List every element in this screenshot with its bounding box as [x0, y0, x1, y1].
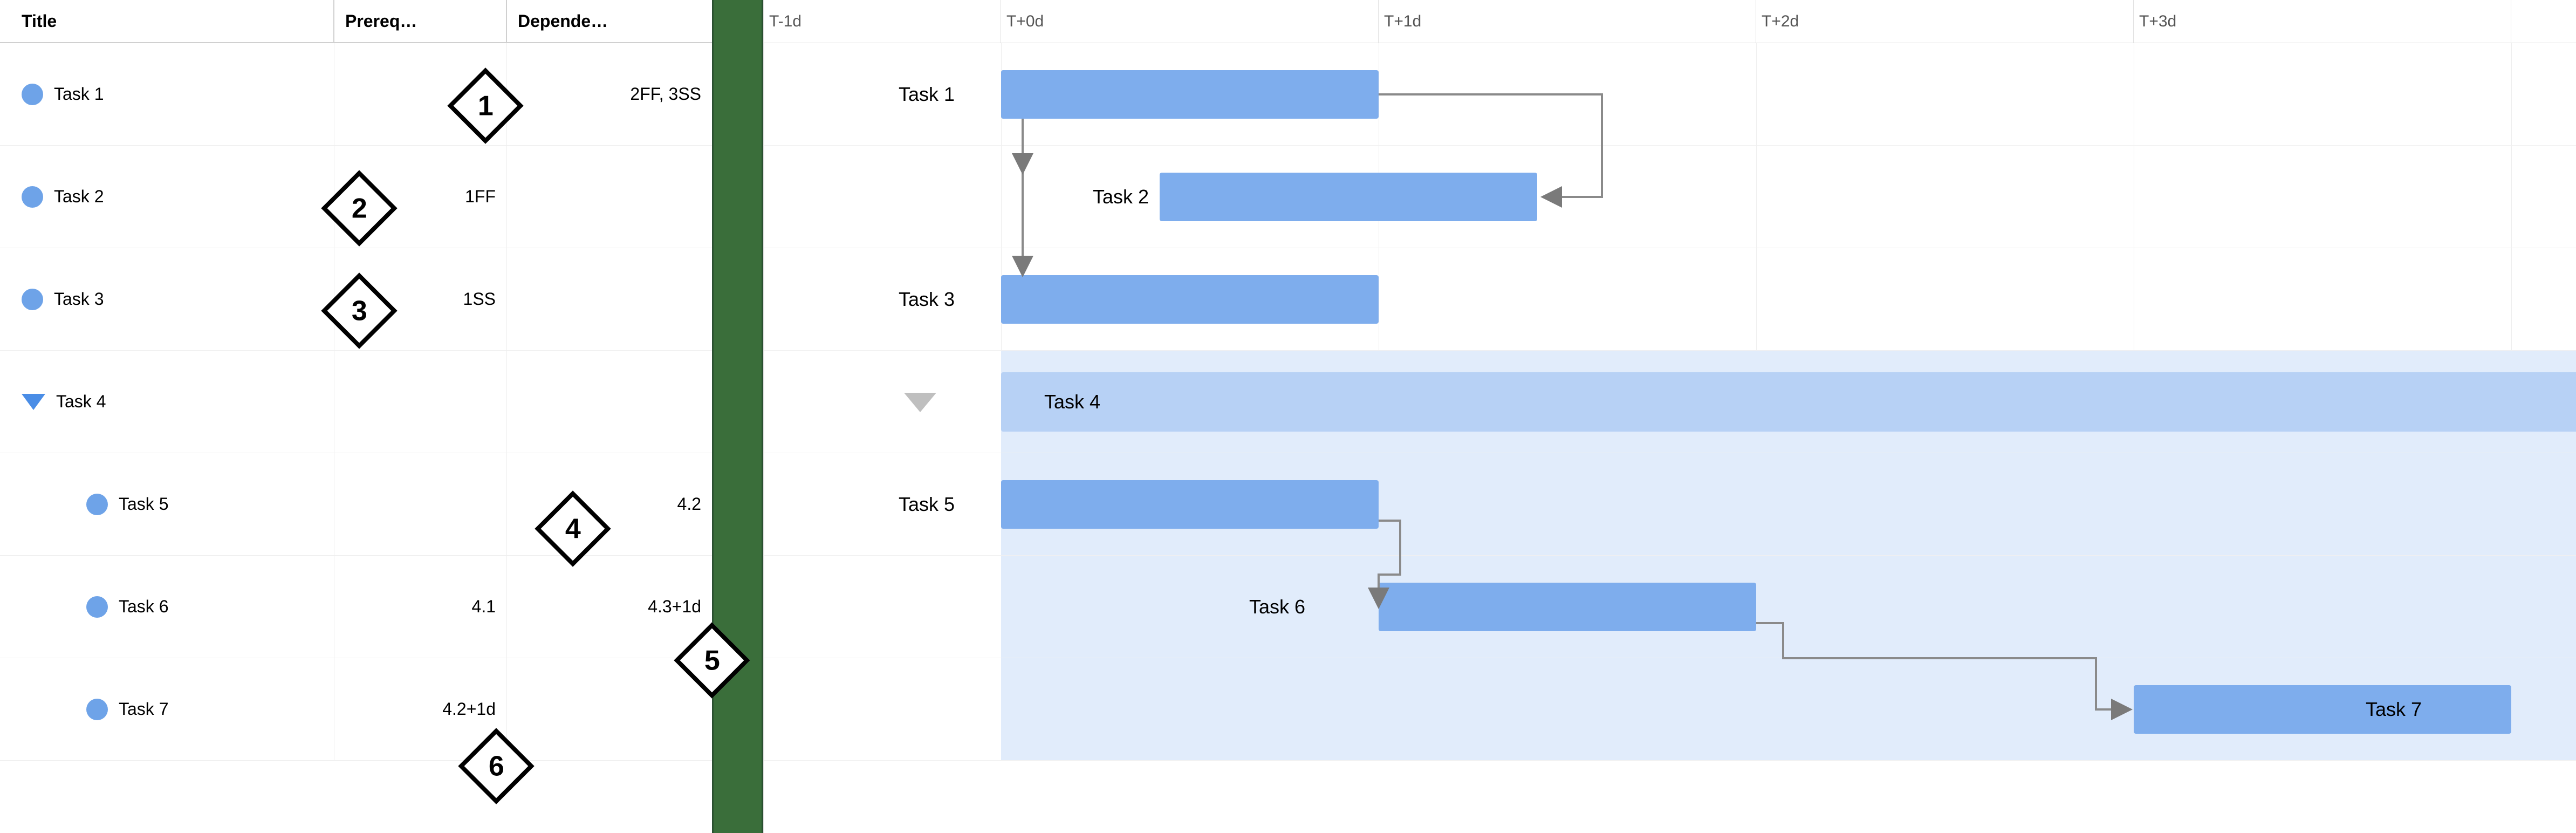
- task-title: Task 2: [54, 187, 104, 207]
- cell-prereq[interactable]: [334, 453, 507, 555]
- cell-title[interactable]: Task 4: [0, 351, 334, 453]
- outline-grid: Title Prereq… Depende… Task 12FF, 3SSTas…: [0, 0, 712, 833]
- cell-depend[interactable]: [507, 351, 712, 453]
- task-bar[interactable]: [1001, 70, 1379, 119]
- depend-value: 2FF, 3SS: [630, 84, 701, 104]
- task-title: Task 1: [54, 84, 104, 104]
- prereq-value: 4.2+1d: [442, 699, 496, 719]
- gantt-row-label: Task 3: [899, 288, 955, 311]
- col-header-depend[interactable]: Depende…: [507, 0, 712, 42]
- gantt-row[interactable]: Task 4: [764, 351, 2576, 453]
- grid-body: Task 1 2FF, 3SS Task 2 1FF Task 3 1SS Task 4 Ta…: [0, 43, 712, 761]
- cell-title[interactable]: Task 2: [0, 146, 334, 248]
- cell-depend[interactable]: 2FF, 3SS: [507, 43, 712, 145]
- grid-row[interactable]: Task 5 4.2: [0, 453, 712, 556]
- disclosure-triangle-icon[interactable]: [22, 394, 45, 410]
- cell-title[interactable]: Task 3: [0, 248, 334, 350]
- time-label: T+2d: [1762, 12, 1799, 31]
- time-column-header: T-1d: [764, 0, 1001, 43]
- cell-depend[interactable]: [507, 146, 712, 248]
- gantt-row-label: Task 1: [899, 83, 955, 106]
- task-bar[interactable]: [1001, 480, 1379, 529]
- bullet-icon: [86, 494, 108, 515]
- gantt-row[interactable]: Task 2: [764, 146, 2576, 248]
- cell-title[interactable]: Task 6: [0, 556, 334, 658]
- callout-number: 4: [565, 513, 581, 545]
- grid-row[interactable]: Task 1 2FF, 3SS: [0, 43, 712, 146]
- prereq-value: 1SS: [463, 289, 496, 309]
- gantt-row[interactable]: Task 7: [764, 658, 2576, 761]
- col-header-prereq[interactable]: Prereq…: [334, 0, 507, 42]
- gantt-row-label: Task 6: [1249, 596, 1305, 618]
- cell-title[interactable]: Task 1: [0, 43, 334, 145]
- task-bar[interactable]: [1379, 583, 1756, 631]
- time-label: T+1d: [1384, 12, 1421, 31]
- grid-header: Title Prereq… Depende…: [0, 0, 712, 43]
- bullet-icon: [22, 186, 43, 208]
- gantt-pane: T-1dT+0dT+1dT+2dT+3d Task 1Task 2Task 3T…: [763, 0, 2576, 833]
- gantt-row-label: Task 2: [1093, 186, 1149, 208]
- grid-row[interactable]: Task 6 4.1 4.3+1d: [0, 556, 712, 658]
- depend-value: 4.3+1d: [648, 597, 701, 617]
- bullet-icon: [22, 289, 43, 310]
- gantt-row-label: Task 5: [899, 493, 955, 516]
- task-bar[interactable]: [2134, 685, 2511, 734]
- gantt-row[interactable]: Task 6: [764, 556, 2576, 658]
- task-title: Task 4: [56, 392, 106, 412]
- cell-depend[interactable]: 4.2: [507, 453, 712, 555]
- callout-number: 6: [489, 750, 504, 782]
- grid-row[interactable]: Task 4: [0, 351, 712, 453]
- cell-prereq[interactable]: 4.1: [334, 556, 507, 658]
- task-title: Task 6: [119, 597, 168, 617]
- cell-depend[interactable]: [507, 248, 712, 350]
- task-title: Task 7: [119, 699, 168, 719]
- time-column-header: T+2d: [1756, 0, 2134, 43]
- cell-depend[interactable]: 4.3+1d: [507, 556, 712, 658]
- time-label: T+0d: [1006, 12, 1044, 31]
- time-column-header: T+0d: [1001, 0, 1379, 43]
- callout-number: 3: [352, 295, 367, 327]
- cell-title[interactable]: Task 5: [0, 453, 334, 555]
- prereq-value: 1FF: [465, 187, 496, 207]
- gantt-time-header: T-1d T+0d T+1d T+2d T+3d: [764, 0, 2576, 43]
- grid-row[interactable]: Task 7 4.2+1d: [0, 658, 712, 761]
- callout-number: 5: [704, 644, 720, 677]
- time-label: T-1d: [769, 12, 801, 31]
- prereq-value: 4.1: [472, 597, 496, 617]
- bullet-icon: [22, 84, 43, 105]
- depend-value: 4.2: [677, 494, 701, 514]
- gantt-row[interactable]: Task 1: [764, 43, 2576, 146]
- pane-divider[interactable]: [712, 0, 763, 833]
- app-root: Title Prereq… Depende… Task 12FF, 3SSTas…: [0, 0, 2576, 833]
- disclosure-triangle-grey-icon[interactable]: [904, 393, 936, 412]
- task-bar[interactable]: [1001, 275, 1379, 324]
- gantt-body: Task 1 Task 2 Task 3 Task 4 Task 5 Task 6 Task…: [764, 43, 2576, 761]
- task-title: Task 3: [54, 289, 104, 309]
- task-bar[interactable]: [1160, 173, 1537, 221]
- time-label: T+3d: [2139, 12, 2176, 31]
- task-title: Task 5: [119, 494, 168, 514]
- bullet-icon: [86, 699, 108, 720]
- callout-number: 1: [478, 90, 494, 122]
- bullet-icon: [86, 596, 108, 618]
- gantt-bar-label: Task 4: [1044, 391, 1100, 413]
- summary-bar[interactable]: Task 4: [1001, 372, 2576, 432]
- time-column-header: T+1d: [1379, 0, 1756, 43]
- callout-number: 2: [352, 192, 367, 224]
- gantt-row[interactable]: Task 5: [764, 453, 2576, 556]
- cell-depend[interactable]: [507, 658, 712, 760]
- gantt-row-label: Task 7: [2366, 698, 2422, 721]
- col-header-title[interactable]: Title: [0, 0, 334, 42]
- gantt-row[interactable]: Task 3: [764, 248, 2576, 351]
- time-column-header: T+3d: [2134, 0, 2511, 43]
- cell-prereq[interactable]: [334, 351, 507, 453]
- cell-title[interactable]: Task 7: [0, 658, 334, 760]
